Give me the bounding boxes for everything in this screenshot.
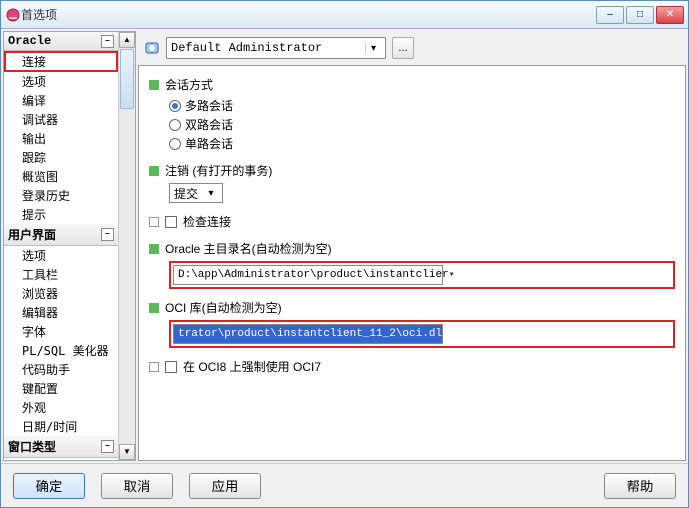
sidebar-item[interactable]: 外观 xyxy=(4,398,118,417)
sidebar-item[interactable]: 跟踪 xyxy=(4,148,118,167)
more-button[interactable]: ... xyxy=(392,37,414,59)
radio-label: 双路会话 xyxy=(185,116,233,133)
force-oci7-group: 在 OCI8 上强制使用 OCI7 xyxy=(149,358,675,375)
sidebar-item[interactable]: 程序窗口 xyxy=(4,458,118,460)
check-conn-checkbox[interactable] xyxy=(165,216,177,228)
force-oci7-label: 在 OCI8 上强制使用 OCI7 xyxy=(183,358,321,375)
sidebar: Oracle–连接选项编译调试器输出跟踪概览图登录历史提示用户界面–选项工具栏浏… xyxy=(3,31,136,461)
titlebar[interactable]: 首选项 – □ ✕ xyxy=(1,1,688,29)
admin-combo-value: Default Administrator xyxy=(171,41,322,55)
oci-lib-group: OCI 库(自动检测为空) trator\product\instantclie… xyxy=(149,299,675,348)
session-mode-option[interactable]: 单路会话 xyxy=(169,135,675,152)
sidebar-item[interactable]: 日期/时间 xyxy=(4,417,118,436)
sidebar-item[interactable]: 概览图 xyxy=(4,167,118,186)
sidebar-item[interactable]: PL/SQL 美化器 xyxy=(4,341,118,360)
session-mode-group: 会话方式 多路会话双路会话单路会话 xyxy=(149,76,675,152)
sidebar-item[interactable]: 工具栏 xyxy=(4,265,118,284)
scroll-thumb[interactable] xyxy=(120,49,134,109)
radio-label: 多路会话 xyxy=(185,97,233,114)
sidebar-item[interactable]: 提示 xyxy=(4,205,118,224)
sidebar-tree[interactable]: Oracle–连接选项编译调试器输出跟踪概览图登录历史提示用户界面–选项工具栏浏… xyxy=(4,32,118,460)
apply-button[interactable]: 应用 xyxy=(189,473,261,499)
session-mode-option[interactable]: 双路会话 xyxy=(169,116,675,133)
app-icon xyxy=(5,7,21,23)
chevron-down-icon: ▾ xyxy=(204,188,218,199)
session-mode-option[interactable]: 多路会话 xyxy=(169,97,675,114)
sidebar-item[interactable]: 选项 xyxy=(4,246,118,265)
sidebar-item[interactable]: 选项 xyxy=(4,72,118,91)
top-toolbar: Default Administrator ▾ ... xyxy=(138,31,686,65)
oracle-home-value: D:\app\Administrator\product\instantclie… xyxy=(178,269,449,281)
logoff-value: 提交 xyxy=(174,185,198,202)
settings-panel: 会话方式 多路会话双路会话单路会话 注销 (有打开的事务) 提交 ▾ xyxy=(138,65,686,461)
sidebar-item[interactable]: 代码助手 xyxy=(4,360,118,379)
oracle-home-combo[interactable]: D:\app\Administrator\product\instantclie… xyxy=(173,265,443,285)
main-area: Default Administrator ▾ ... 会话方式 多路会话双路会… xyxy=(138,31,686,461)
logoff-title: 注销 (有打开的事务) xyxy=(165,162,272,179)
footer: 确定 取消 应用 帮助 xyxy=(1,463,688,507)
check-conn-label: 检查连接 xyxy=(183,213,231,230)
bullet-icon xyxy=(149,244,159,254)
sidebar-section-header[interactable]: 窗口类型 – xyxy=(4,436,118,458)
scroll-up-button[interactable]: ▲ xyxy=(119,32,135,48)
collapse-icon[interactable]: – xyxy=(101,35,114,48)
window-controls: – □ ✕ xyxy=(596,6,684,24)
radio-label: 单路会话 xyxy=(185,135,233,152)
bullet-icon xyxy=(149,80,159,90)
window-body: Oracle–连接选项编译调试器输出跟踪概览图登录历史提示用户界面–选项工具栏浏… xyxy=(1,29,688,463)
sidebar-item[interactable]: 连接 xyxy=(4,51,118,72)
logoff-group: 注销 (有打开的事务) 提交 ▾ xyxy=(149,162,675,203)
bullet-icon xyxy=(149,303,159,313)
sidebar-item[interactable]: 浏览器 xyxy=(4,284,118,303)
check-conn-group: 检查连接 xyxy=(149,213,675,230)
sidebar-item[interactable]: 编辑器 xyxy=(4,303,118,322)
scroll-down-button[interactable]: ▼ xyxy=(119,444,135,460)
window-title: 首选项 xyxy=(21,6,596,23)
admin-combo[interactable]: Default Administrator ▾ xyxy=(166,37,386,59)
oracle-home-title: Oracle 主目录名(自动检测为空) xyxy=(165,240,332,257)
preferences-window: 首选项 – □ ✕ Oracle–连接选项编译调试器输出跟踪概览图登录历史提示用… xyxy=(0,0,689,508)
maximize-button[interactable]: □ xyxy=(626,6,654,24)
oci-lib-title: OCI 库(自动检测为空) xyxy=(165,299,282,316)
radio-icon xyxy=(169,100,181,112)
sidebar-item[interactable]: 字体 xyxy=(4,322,118,341)
chevron-down-icon: ▾ xyxy=(449,269,455,281)
sidebar-item[interactable]: 输出 xyxy=(4,129,118,148)
sidebar-section-header[interactable]: Oracle – xyxy=(4,32,118,51)
oracle-home-group: Oracle 主目录名(自动检测为空) D:\app\Administrator… xyxy=(149,240,675,289)
sidebar-scrollbar[interactable]: ▲ ▼ xyxy=(118,32,135,460)
force-oci7-checkbox[interactable] xyxy=(165,361,177,373)
chevron-down-icon: ▾ xyxy=(449,328,455,340)
minimize-button[interactable]: – xyxy=(596,6,624,24)
sidebar-item[interactable]: 键配置 xyxy=(4,379,118,398)
sidebar-item[interactable]: 编译 xyxy=(4,91,118,110)
sidebar-section-title: Oracle xyxy=(8,34,51,48)
help-button[interactable]: 帮助 xyxy=(604,473,676,499)
cancel-button[interactable]: 取消 xyxy=(101,473,173,499)
close-button[interactable]: ✕ xyxy=(656,6,684,24)
sidebar-section-title: 用户界面 xyxy=(8,226,56,243)
oracle-home-highlight: D:\app\Administrator\product\instantclie… xyxy=(169,261,675,289)
radio-icon xyxy=(169,138,181,150)
oci-lib-highlight: trator\product\instantclient_11_2\oci.dl… xyxy=(169,320,675,348)
session-mode-title: 会话方式 xyxy=(165,76,213,93)
profile-icon xyxy=(144,40,160,56)
collapse-icon[interactable]: – xyxy=(101,440,114,453)
radio-icon xyxy=(169,119,181,131)
scroll-track[interactable] xyxy=(119,110,135,444)
sidebar-section-header[interactable]: 用户界面 – xyxy=(4,224,118,246)
logoff-combo[interactable]: 提交 ▾ xyxy=(169,183,223,203)
oci-lib-value: trator\product\instantclient_11_2\oci.dl… xyxy=(178,328,449,340)
collapse-icon[interactable]: – xyxy=(101,228,114,241)
oci-lib-combo[interactable]: trator\product\instantclient_11_2\oci.dl… xyxy=(173,324,443,344)
chevron-down-icon: ▾ xyxy=(365,43,381,54)
sidebar-item[interactable]: 登录历史 xyxy=(4,186,118,205)
ok-button[interactable]: 确定 xyxy=(13,473,85,499)
bullet-icon xyxy=(149,217,159,227)
sidebar-item[interactable]: 调试器 xyxy=(4,110,118,129)
bullet-icon xyxy=(149,362,159,372)
sidebar-section-title: 窗口类型 xyxy=(8,438,56,455)
bullet-icon xyxy=(149,166,159,176)
